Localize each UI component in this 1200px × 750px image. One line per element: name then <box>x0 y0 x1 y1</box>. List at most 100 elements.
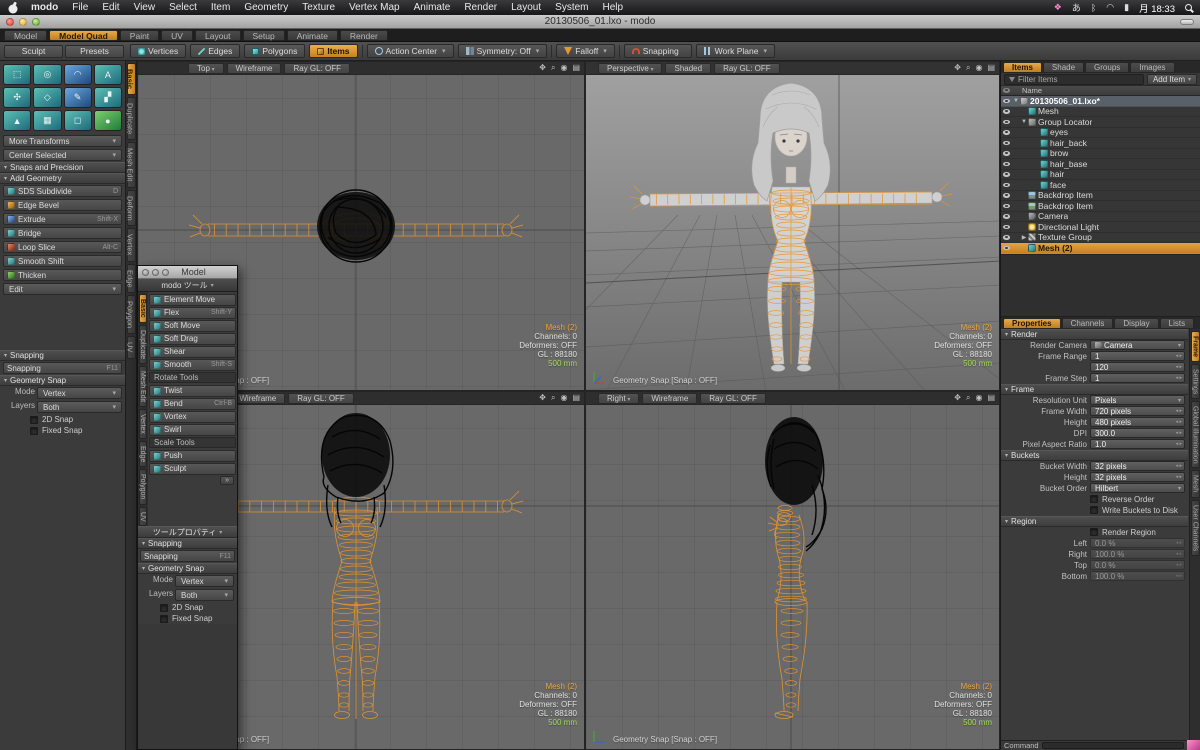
snap-layers-dropdown[interactable]: Both <box>37 401 122 413</box>
toolbox-tab-mesh-edit[interactable]: Mesh Edit <box>127 142 136 187</box>
tree-item-scene[interactable]: ▼20130506_01.lxo* <box>1001 96 1200 107</box>
fixed-snap-checkbox[interactable] <box>30 427 38 435</box>
visibility-eye-icon[interactable] <box>1001 99 1012 104</box>
add-item-button[interactable]: Add Item <box>1147 74 1197 85</box>
shading-mode-tab[interactable]: Wireframe <box>642 393 697 404</box>
tool-sculpt[interactable]: Sculpt <box>149 463 236 475</box>
tree-item-hair-base[interactable]: hair_base <box>1001 159 1200 170</box>
layout-tab-model[interactable]: Model <box>4 30 47 41</box>
app-menu[interactable]: modo <box>24 0 65 15</box>
bucket-order-select[interactable]: Hilbert <box>1090 483 1185 493</box>
selection-mode-polygons[interactable]: Polygons <box>244 44 305 58</box>
raygl-tab[interactable]: Ray GL: OFF <box>284 63 350 74</box>
tab-display[interactable]: Display <box>1114 318 1158 329</box>
tree-item-hair-back[interactable]: hair_back <box>1001 138 1200 149</box>
rotate-icon[interactable]: ◉ <box>560 63 567 73</box>
menu-geometry[interactable]: Geometry <box>237 0 295 15</box>
region-bottom-field[interactable]: 100.0 % <box>1090 571 1185 581</box>
menu-animate[interactable]: Animate <box>407 0 458 15</box>
presets-button[interactable]: Presets <box>65 45 124 58</box>
modeling-tool-icon-11[interactable]: ◻ <box>64 110 92 131</box>
edit-dropdown[interactable]: Edit <box>3 283 122 295</box>
tab-lists[interactable]: Lists <box>1160 318 1194 329</box>
toolbox-tab-polygon[interactable]: Polygon <box>127 295 136 334</box>
viewport-menu-icon[interactable]: ▤ <box>987 63 995 73</box>
selection-mode-items[interactable]: Items <box>309 44 357 58</box>
zoom-icon[interactable]: ⌕ <box>966 393 970 403</box>
frame-section-header[interactable]: Frame <box>1001 384 1188 395</box>
tree-item-directional-light[interactable]: Directional Light <box>1001 222 1200 233</box>
falloff-dropdown[interactable]: Falloff <box>556 44 615 58</box>
tool-bridge[interactable]: Bridge <box>3 227 122 239</box>
tree-item-backdrop-2[interactable]: Backdrop Item <box>1001 201 1200 212</box>
tab-properties[interactable]: Properties <box>1003 318 1061 329</box>
write-buckets-checkbox[interactable] <box>1090 506 1098 514</box>
menu-layout[interactable]: Layout <box>504 0 548 15</box>
tool-edge-bevel[interactable]: Edge Bevel <box>3 199 122 211</box>
floating-tool-palette[interactable]: Model modo ツール Basic Duplicate Mesh Edit… <box>137 265 238 750</box>
snapping-button[interactable]: Snapping <box>624 44 692 58</box>
layout-tab-paint[interactable]: Paint <box>120 30 159 41</box>
selection-mode-edges[interactable]: Edges <box>190 44 240 58</box>
zoom-icon[interactable]: ⌕ <box>551 393 555 403</box>
snapping-section-header[interactable]: Snapping <box>0 350 125 361</box>
shading-mode-tab[interactable]: Wireframe <box>230 393 285 404</box>
window-title-bar[interactable]: 20130506_01.lxo - modo <box>0 15 1200 29</box>
symmetry-dropdown[interactable]: Symmetry: Off <box>458 44 548 58</box>
region-top-field[interactable]: 0.0 % <box>1090 560 1185 570</box>
side-tab-settings[interactable]: Settings <box>1191 364 1200 399</box>
visibility-eye-icon[interactable] <box>1001 225 1012 230</box>
viewport-menu-icon[interactable]: ▤ <box>572 63 580 73</box>
expand-arrow-icon[interactable]: ▼ <box>1020 119 1028 125</box>
tool-shear[interactable]: Shear <box>149 346 236 358</box>
tool-loop-slice[interactable]: Loop SliceAlt-C <box>3 241 122 253</box>
snaps-precision-header[interactable]: Snaps and Precision <box>0 162 125 173</box>
frame-width-field[interactable]: 720 pixels <box>1090 406 1185 416</box>
tool-twist[interactable]: Twist <box>149 385 236 397</box>
reverse-order-checkbox[interactable] <box>1090 495 1098 503</box>
frame-range-end-field[interactable]: 120 <box>1090 362 1185 372</box>
tree-item-camera[interactable]: Camera <box>1001 212 1200 223</box>
tree-item-backdrop-1[interactable]: Backdrop Item <box>1001 191 1200 202</box>
menu-render[interactable]: Render <box>457 0 504 15</box>
command-input[interactable] <box>1042 742 1184 749</box>
bucket-width-field[interactable]: 32 pixels <box>1090 461 1185 471</box>
toolbox-tab-edge[interactable]: Edge <box>127 264 136 294</box>
viewport-right[interactable]: Right Wireframe Ray GL: OFF ✥⌕◉▤ <box>585 391 1000 750</box>
palette-minimize-button[interactable] <box>152 269 159 276</box>
side-tab-user-channels[interactable]: User Channels <box>1191 500 1200 556</box>
modeling-tool-icon-4[interactable]: A <box>94 64 122 85</box>
tool-bend[interactable]: BendCtrl-B <box>149 398 236 410</box>
snap-mode-dropdown[interactable]: Vertex <box>37 387 122 399</box>
tree-item-brow[interactable]: brow <box>1001 149 1200 160</box>
raygl-tab[interactable]: Ray GL: OFF <box>714 63 780 74</box>
palette-tab-mesh-edit[interactable]: Mesh Edit <box>139 366 147 407</box>
visibility-eye-icon[interactable] <box>1001 172 1012 177</box>
tree-item-texture-group[interactable]: ▶Texture Group <box>1001 233 1200 244</box>
tool-push[interactable]: Push <box>149 450 236 462</box>
tab-items[interactable]: Items <box>1003 62 1042 73</box>
visibility-eye-icon[interactable] <box>1001 109 1012 114</box>
palette-snap-layers-dropdown[interactable]: Both <box>175 589 234 601</box>
tool-sds-subdivide[interactable]: SDS SubdivideD <box>3 185 122 197</box>
snapping-toggle-button[interactable]: SnappingF11 <box>3 362 122 374</box>
palette-tab-edge[interactable]: Edge <box>139 441 147 467</box>
zoom-icon[interactable]: ⌕ <box>551 63 555 73</box>
action-center-dropdown[interactable]: Action Center <box>367 44 454 58</box>
side-tab-mesh[interactable]: Mesh <box>1191 470 1200 497</box>
expand-arrow-icon[interactable]: ▼ <box>1012 98 1020 104</box>
menu-system[interactable]: System <box>548 0 595 15</box>
wifi-icon[interactable]: ◠ <box>1106 2 1114 13</box>
modeling-tool-icon-5[interactable]: ✣ <box>3 87 31 108</box>
tab-images[interactable]: Images <box>1130 62 1174 73</box>
toolbox-tab-basic[interactable]: Basic <box>127 63 136 95</box>
menu-select[interactable]: Select <box>162 0 204 15</box>
tree-item-hair[interactable]: hair <box>1001 170 1200 181</box>
modeling-tool-icon-7[interactable]: ✎ <box>64 87 92 108</box>
palette-tab-basic[interactable]: Basic <box>139 294 147 323</box>
layout-tab-animate[interactable]: Animate <box>287 30 338 41</box>
tree-column-header[interactable]: Name <box>1001 86 1200 96</box>
visibility-eye-icon[interactable] <box>1001 214 1012 219</box>
region-right-field[interactable]: 100.0 % <box>1090 549 1185 559</box>
layout-tab-uv[interactable]: UV <box>161 30 193 41</box>
